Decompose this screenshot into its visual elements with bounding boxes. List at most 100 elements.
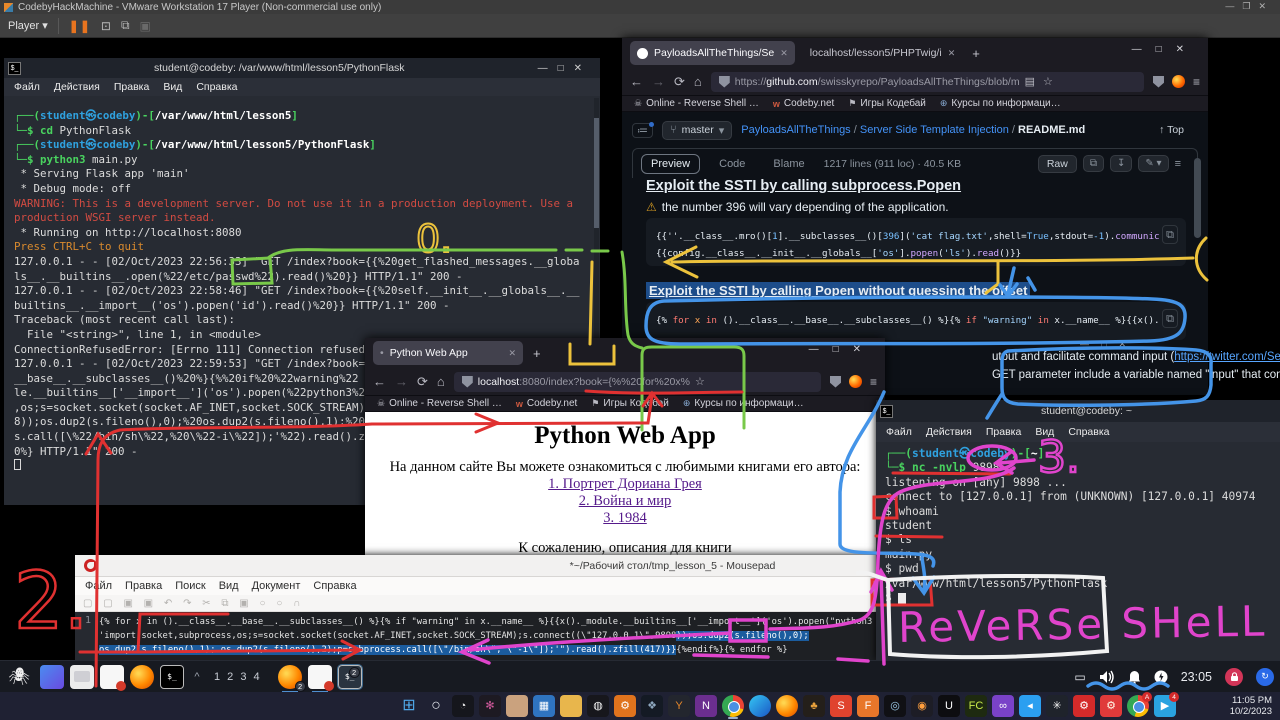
tab-code[interactable]: Code [710,155,754,173]
hamburger-menu-icon[interactable]: ≡ [870,375,877,389]
book-link-3[interactable]: 3. 1984 [365,510,885,527]
taskbar-icon-slack[interactable]: ✻ [479,695,501,717]
menu-file[interactable]: Файл [14,81,40,93]
taskbar-icon-unreal[interactable]: U [938,695,960,717]
heading-popen-no-offset[interactable]: Exploit the SSTI by calling Popen withou… [646,282,1030,299]
menu-edit[interactable]: Правка [986,426,1021,438]
taskbar-icon-vmware[interactable]: Y [668,695,690,717]
extension-shield-icon[interactable] [830,376,841,388]
vmware-window-controls[interactable]: —❐✕ [1225,1,1274,12]
firefox-account-icon[interactable] [1172,75,1185,88]
firefox-account-icon[interactable] [849,375,862,388]
taskbar-icon-gear-red-1[interactable]: ⚙ [1073,695,1095,717]
copy-code-icon[interactable]: ⧉ [1162,309,1178,328]
bookmark-star-icon[interactable]: ☆ [695,375,705,388]
taskbar-icon-edge[interactable] [749,695,771,717]
taskbar-icon-search[interactable]: ○ [425,695,447,717]
back-icon[interactable]: ← [373,374,386,389]
firefox-window-controls[interactable]: —□✕ [1132,44,1198,55]
firefox-window-controls[interactable]: —□✕ [809,344,875,355]
close-tab-icon[interactable]: ✕ [780,48,788,59]
taskbar-icon-badge-s[interactable]: S [830,695,852,717]
branch-selector[interactable]: ⑂master▾ [662,121,732,140]
task-mousepad[interactable] [308,665,332,689]
menu-help[interactable]: Справка [196,81,237,93]
bookmark-courses[interactable]: ⊕Курсы по информаци… [683,398,804,409]
edit-pencil-icon[interactable]: ✎ ▾ [1138,155,1168,172]
taskbar-icon-gear-orange[interactable]: ⚙ [614,695,636,717]
taskbar-icon-shield-dark[interactable]: ❖ [641,695,663,717]
menu-view[interactable]: Вид [163,81,182,93]
app-launcher-icon[interactable] [40,665,64,689]
home-icon[interactable]: ⌂ [694,74,702,89]
menu-edit[interactable]: Правка [125,580,162,592]
bookmark-reverse-shell[interactable]: ☠Online - Reverse Shell … [377,398,502,409]
menu-help[interactable]: Справка [1068,426,1109,438]
book-link-1[interactable]: 1. Портрет Дориана Грея [365,476,885,493]
reload-icon[interactable]: ⟳ [674,74,685,90]
extension-shield-icon[interactable] [1153,76,1164,88]
menu-edit[interactable]: Правка [114,81,149,93]
breadcrumb-repo[interactable]: PayloadsAllTheThings [741,124,850,136]
url-bar[interactable]: localhost:8080/index?book={%%20for%20x% … [454,372,821,392]
tab-localhost-phptwig[interactable]: localhost/lesson5/PHPTwig/i ✕ [803,41,962,65]
codeby-logo-icon[interactable]: 🕷 [4,663,34,691]
hamburger-menu-icon[interactable]: ≡ [1193,75,1200,89]
lock-screen-icon[interactable] [1225,668,1243,686]
windows-clock[interactable]: 11:05 PM 10/2/2023 [1230,695,1272,717]
vm-settings-icon[interactable]: ⊡ [101,19,111,33]
file-tree-icon[interactable]: ≔ [632,123,653,138]
tab-blame[interactable]: Blame [764,155,813,173]
taskbar-icon-fl-studio[interactable]: FC [965,695,987,717]
menu-view[interactable]: Вид [219,580,239,592]
scrollbar-thumb[interactable] [1194,158,1201,238]
taskbar-icon-portrait[interactable] [506,695,528,717]
tracking-shield-icon[interactable] [719,76,730,88]
taskbar-icon-bird[interactable]: ✳ [1046,695,1068,717]
taskbar-icon-chrome[interactable] [722,695,744,717]
taskbar-icon-notion[interactable]: ◍ [587,695,609,717]
bookmark-codeby[interactable]: wCodeby.net [516,398,577,409]
terminal-launcher-icon[interactable]: $_ [160,665,184,689]
taskbar-icon-gauge[interactable]: ◔ [452,695,474,717]
code-block-subprocess[interactable]: {{''.__class__.mro()[1].__subclasses__()… [646,218,1186,266]
heading-subprocess-popen[interactable]: Exploit the SSTI by calling subprocess.P… [646,178,961,194]
close-tab-icon[interactable]: ✕ [948,48,956,59]
tab-python-web-app[interactable]: • Python Web App ✕ [373,341,523,365]
bookmark-codeby[interactable]: wCodeby.net [773,98,834,109]
menu-actions[interactable]: Действия [54,81,100,93]
taskbar-icon-firefox[interactable] [776,695,798,717]
menu-document[interactable]: Документ [252,580,301,592]
player-menu[interactable]: Player ▾ [8,19,48,32]
terminal-window-controls[interactable]: —□✕ [538,63,592,74]
tracking-shield-icon[interactable] [462,376,473,388]
download-icon[interactable]: ↧ [1110,155,1132,172]
back-icon[interactable]: ← [630,74,643,89]
menu-view[interactable]: Вид [1035,426,1054,438]
taskbar-icon-plant[interactable]: ♣ [803,695,825,717]
new-tab-button[interactable]: + [533,346,541,361]
mousepad-launcher-icon[interactable] [100,665,124,689]
book-link-2[interactable]: 2. Война и мир [365,493,885,510]
menu-help[interactable]: Справка [313,580,356,592]
volume-icon[interactable] [1099,670,1115,684]
bookmark-games[interactable]: ⚑Игры Кодебай [848,98,926,109]
taskbar-icon-gear-red-2[interactable]: ⚙ [1100,695,1122,717]
reader-icon[interactable]: ▤ [1025,75,1035,88]
terminal-titlebar[interactable]: $_ student@codeby: ~ [876,400,1280,422]
breadcrumb-folder[interactable]: Server Side Template Injection [860,124,1009,136]
taskbar-icon-onenote[interactable]: N [695,695,717,717]
window-list-icon[interactable]: ▭ [1074,670,1085,684]
vm-clock[interactable]: 23:05 [1181,670,1212,684]
scrollbar-thumb[interactable] [594,118,599,228]
taskbar-icon-folder[interactable] [560,695,582,717]
menu-actions[interactable]: Действия [926,426,972,438]
tab-preview[interactable]: Preview [641,154,700,174]
menu-search[interactable]: Поиск [175,580,205,592]
power-status-icon[interactable] [1154,670,1168,684]
copy-raw-icon[interactable]: ⧉ [1083,155,1104,172]
copy-code-icon[interactable]: ⧉ [1162,225,1178,244]
bookmark-courses[interactable]: ⊕Курсы по информаци… [940,98,1061,109]
taskbar-icon-visual-studio[interactable]: ∞ [992,695,1014,717]
tab-payloadsallthethings[interactable]: PayloadsAllTheThings/Se ✕ [630,41,795,65]
